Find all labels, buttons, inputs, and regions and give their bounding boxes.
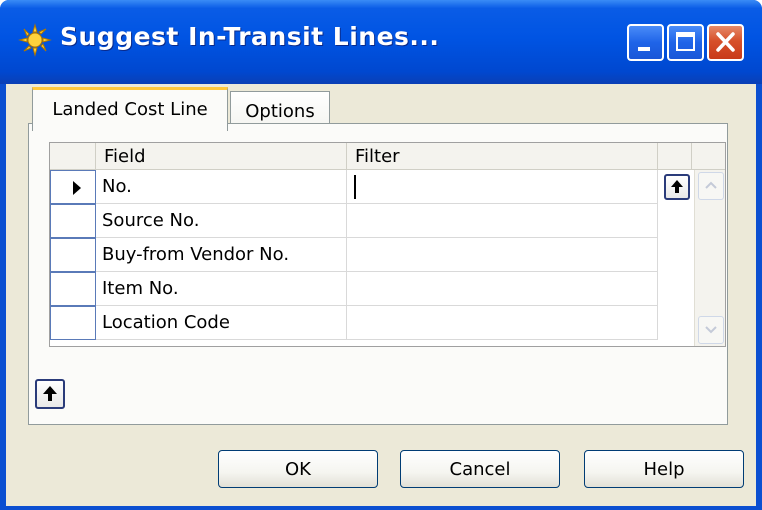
field-cell: Location Code <box>96 306 347 340</box>
grid-header: Field Filter <box>50 143 725 170</box>
field-cell: No. <box>96 170 347 204</box>
chevron-down-icon <box>705 326 717 334</box>
column-header-field[interactable]: Field <box>96 143 347 170</box>
scroll-down-button[interactable] <box>698 316 724 344</box>
filter-cell[interactable] <box>347 238 658 272</box>
dialog-window: Suggest In-Transit Lines... Landed Cost … <box>0 0 762 510</box>
row-selector[interactable] <box>50 238 96 272</box>
filter-grid: Field Filter No. Source No. Buy-from Ven… <box>49 142 726 347</box>
window-title: Suggest In-Transit Lines... <box>60 22 440 51</box>
table-row[interactable]: Buy-from Vendor No. <box>50 238 658 272</box>
tab-landed-cost-line[interactable]: Landed Cost Line <box>32 87 228 131</box>
minimize-icon <box>638 47 650 51</box>
help-button[interactable]: Help <box>584 450 744 488</box>
table-row[interactable]: Location Code <box>50 306 658 340</box>
scroll-up-button[interactable] <box>698 172 724 200</box>
text-cursor <box>354 175 356 199</box>
app-icon <box>18 23 52 57</box>
current-row-arrow-icon <box>73 181 81 195</box>
minimize-button[interactable] <box>627 24 664 61</box>
filter-cell[interactable] <box>347 306 658 340</box>
filter-cell[interactable] <box>347 170 658 204</box>
close-button[interactable] <box>707 24 744 61</box>
table-row[interactable]: Item No. <box>50 272 658 306</box>
field-cell: Buy-from Vendor No. <box>96 238 347 272</box>
row-selector[interactable] <box>50 204 96 238</box>
table-row[interactable]: Source No. <box>50 204 658 238</box>
filter-cell[interactable] <box>347 272 658 306</box>
header-corner <box>50 143 96 170</box>
table-row[interactable]: No. <box>50 170 658 204</box>
row-selector[interactable] <box>50 306 96 340</box>
dialog-body: Landed Cost Line Options Field Filter No… <box>6 84 756 506</box>
maximize-button[interactable] <box>667 24 704 61</box>
filter-cell[interactable] <box>347 204 658 238</box>
arrow-up-icon <box>43 386 57 401</box>
tab-label: Options <box>245 101 315 122</box>
close-icon <box>716 32 735 52</box>
cancel-button[interactable]: Cancel <box>400 450 560 488</box>
add-filter-button[interactable] <box>35 379 65 409</box>
chevron-up-icon <box>705 181 717 189</box>
ok-button[interactable]: OK <box>218 450 378 488</box>
tab-label: Landed Cost Line <box>52 99 208 120</box>
column-header-filter[interactable]: Filter <box>347 143 658 170</box>
row-selector[interactable] <box>50 170 96 204</box>
title-bar[interactable]: Suggest In-Transit Lines... <box>0 0 762 84</box>
field-cell: Source No. <box>96 204 347 238</box>
arrow-up-icon <box>671 180 683 193</box>
field-cell: Item No. <box>96 272 347 306</box>
lookup-button[interactable] <box>664 174 690 200</box>
tab-panel: Field Filter No. Source No. Buy-from Ven… <box>28 123 728 425</box>
maximize-icon <box>676 32 695 51</box>
header-spacer <box>658 143 692 170</box>
vertical-scrollbar[interactable] <box>694 170 725 346</box>
row-selector[interactable] <box>50 272 96 306</box>
